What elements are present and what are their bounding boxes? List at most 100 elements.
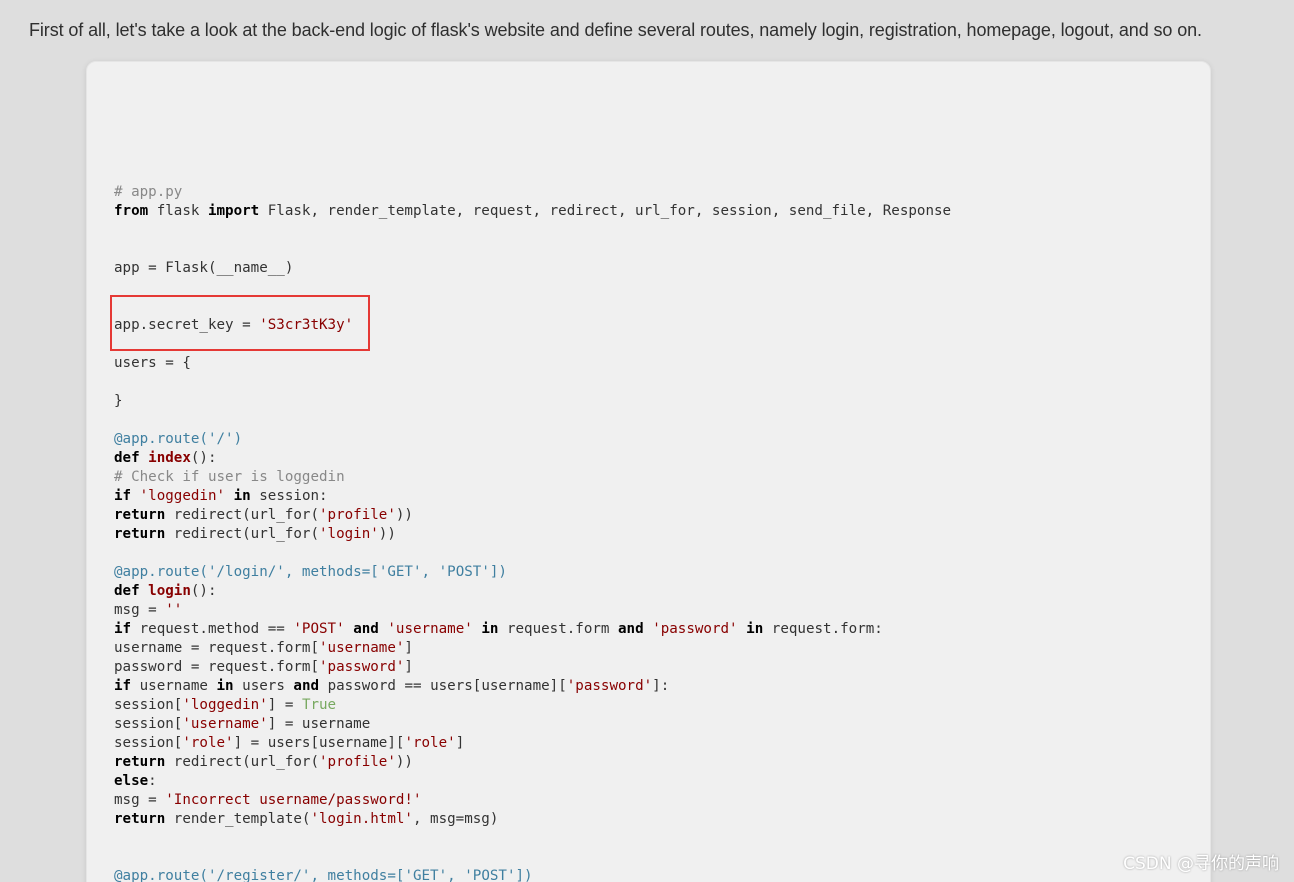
code-line-24: if request.method == 'POST' and 'usernam… — [114, 620, 951, 639]
code-line-32: else: — [114, 772, 951, 791]
string-literal: 'password' — [319, 659, 405, 675]
code-line-33: msg = 'Incorrect username/password!' — [114, 791, 951, 810]
code-line-31: return redirect(url_for('profile')) — [114, 753, 951, 772]
code-text: ] = users[username][ — [233, 735, 405, 751]
code-line-37: @app.route('/register/', methods=['GET',… — [114, 867, 951, 882]
keyword: in — [481, 621, 499, 637]
code-text: password == users[username][ — [319, 678, 567, 694]
keyword: from — [114, 203, 149, 219]
code-text: ] = username — [267, 716, 371, 732]
keyword: return — [114, 507, 166, 523]
code-text: ] = — [267, 697, 302, 713]
string-literal: 'username' — [387, 621, 473, 637]
code-text: username = request.form[ — [114, 640, 319, 656]
string-literal: 'loggedin' — [182, 697, 268, 713]
code-line-34: return render_template('login.html', msg… — [114, 810, 951, 829]
code-text: request.form — [498, 621, 619, 637]
keyword: def — [114, 583, 140, 599]
string-literal: 'POST' — [464, 868, 516, 882]
code-block: # app.py from flask import Flask, render_… — [86, 61, 1211, 882]
intro-paragraph: First of all, let's take a look at the b… — [29, 20, 1202, 40]
string-literal: '' — [165, 602, 183, 618]
string-literal: 'username' — [182, 716, 268, 732]
keyword: if — [114, 488, 132, 504]
keyword: return — [114, 811, 166, 827]
code-line-25: username = request.form['username'] — [114, 639, 951, 658]
decorator: @app.route( — [114, 431, 208, 447]
decorator: , — [447, 868, 465, 882]
function-name: login — [139, 583, 191, 599]
string-literal: 'GET' — [404, 868, 448, 882]
string-literal: 'Incorrect username/password!' — [165, 792, 422, 808]
string-literal: '/register/' — [207, 868, 311, 882]
keyword: and — [353, 621, 379, 637]
string-literal: 'username' — [319, 640, 405, 656]
code-text: redirect(url_for( — [165, 526, 319, 542]
keyword: in — [216, 678, 234, 694]
code-text: session: — [250, 488, 328, 504]
keyword: in — [746, 621, 764, 637]
code-text: flask — [148, 203, 208, 219]
code-line-26: password = request.form['password'] — [114, 658, 951, 677]
string-literal: 'password' — [566, 678, 653, 694]
code-text: redirect(url_for( — [165, 754, 319, 770]
code-text: ]: — [652, 678, 670, 694]
code-text: Flask, render_template, request, redirec… — [259, 203, 952, 219]
keyword: if — [114, 621, 132, 637]
code-text: ] — [404, 659, 413, 675]
string-literal: 'POST' — [438, 564, 490, 580]
code-text: msg = — [114, 792, 166, 808]
string-literal: 'role' — [404, 735, 456, 751]
code-text: ] — [404, 640, 413, 656]
code-line-27: if username in users and password == use… — [114, 677, 951, 696]
code-text: ] — [455, 735, 465, 751]
code-text: msg = — [114, 602, 166, 618]
keyword: else — [114, 773, 149, 789]
code-line-10: users = { — [114, 355, 191, 371]
decorator: , methods=[ — [310, 868, 405, 882]
keyword: return — [114, 754, 166, 770]
string-literal: 'POST' — [293, 621, 345, 637]
code-line-29: session['username'] = username — [114, 715, 951, 734]
code-text: render_template( — [165, 811, 311, 827]
keyword: if — [114, 678, 132, 694]
code-text: )) — [395, 754, 413, 770]
string-literal: 'loggedin' — [139, 488, 226, 504]
function-name: index — [139, 450, 191, 466]
decorator: @app.route( — [114, 564, 208, 580]
keyword: import — [207, 203, 260, 219]
code-text: request.method == — [131, 621, 294, 637]
decorator: , methods=[ — [284, 564, 379, 580]
code-line-5: app = Flask(__name__) — [114, 260, 294, 276]
code-line-1: # app.py — [114, 184, 183, 200]
string-literal: '/login/' — [207, 564, 285, 580]
code-text: users — [233, 678, 294, 694]
string-literal: 'profile' — [319, 507, 396, 523]
string-literal: '/' — [207, 431, 234, 447]
keyword: and — [293, 678, 320, 694]
code-text: session[ — [114, 716, 183, 732]
code-text: redirect(url_for( — [165, 507, 319, 523]
code-line-2: from flask import Flask, render_template… — [114, 202, 951, 221]
string-literal: 'login.html' — [310, 811, 413, 827]
code-line-18: return redirect(url_for('profile')) — [114, 506, 951, 525]
boolean-literal: True — [301, 697, 337, 713]
code-line-28: session['loggedin'] = True — [114, 696, 951, 715]
decorator: @app.route( — [114, 868, 208, 882]
decorator: , — [421, 564, 439, 580]
code-listing: # app.py from flask import Flask, render_… — [114, 183, 951, 882]
code-text: , msg=msg) — [412, 811, 499, 827]
keyword: in — [233, 488, 251, 504]
string-literal: 'role' — [182, 735, 234, 751]
